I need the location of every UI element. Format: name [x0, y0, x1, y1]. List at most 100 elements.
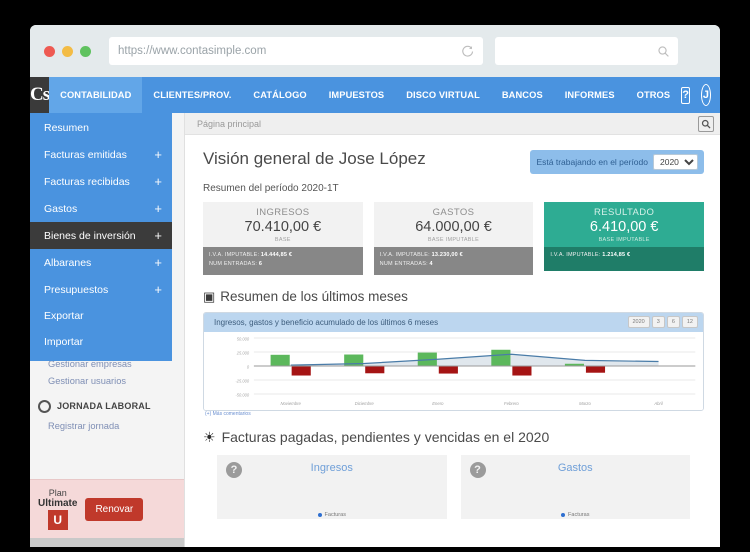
nav-item-impuestos[interactable]: IMPUESTOS	[318, 77, 396, 113]
card-subtitle: BASE	[274, 237, 291, 243]
summary-cards: INGRESOS 70.410,00 € BASE I.V.A. IMPUTAB…	[203, 202, 705, 275]
plus-icon[interactable]: +	[154, 148, 162, 161]
bottom-section-heading: ☀ Facturas pagadas, pendientes y vencida…	[203, 429, 704, 446]
dropdown-item-bienes-de-inversion[interactable]: Bienes de inversión +	[30, 222, 172, 249]
dropdown-item-label: Facturas emitidas	[44, 148, 127, 161]
url-text: https://www.contasimple.com	[118, 45, 267, 57]
help-icon[interactable]: ?	[469, 461, 486, 478]
svg-text:Febrero: Febrero	[504, 401, 519, 406]
card-top: INGRESOS 70.410,00 € BASE	[203, 202, 363, 247]
chart-range-button-12[interactable]: 12	[681, 316, 698, 329]
nav-item-otros[interactable]: OTROS	[626, 77, 682, 113]
url-bar[interactable]: https://www.contasimple.com	[109, 37, 483, 65]
card-footer-line: NUM ENTRADAS: 4	[380, 260, 528, 269]
sidebar-bottom-strip	[30, 538, 184, 547]
dropdown-item-label: Facturas recibidas	[44, 175, 130, 188]
dropdown-item-gastos[interactable]: Gastos +	[30, 195, 172, 222]
period-picker[interactable]: Está trabajando en el período 2020201920…	[530, 150, 704, 174]
plus-icon[interactable]: +	[154, 283, 162, 296]
brand-logo[interactable]: Cs	[30, 77, 50, 113]
main-pad: Visión general de Jose López Está trabaj…	[185, 135, 720, 519]
sidebar-link-gestionar-usuarios[interactable]: Gestionar usuarios	[30, 373, 184, 390]
minimize-window-button[interactable]	[62, 45, 73, 57]
plus-icon[interactable]: +	[154, 256, 162, 269]
plan-name: Ultimate	[38, 498, 78, 509]
summary-card-gastos: GASTOS 64.000,00 € BASE IMPUTABLE I.V.A.…	[373, 202, 534, 275]
card-value: 70.410,00 €	[244, 219, 322, 235]
card-footer-label: NUM ENTRADAS:	[379, 261, 428, 268]
renew-button[interactable]: Renovar	[85, 497, 144, 521]
nav-item-contabilidad[interactable]: CONTABILIDAD	[49, 77, 143, 113]
app-navbar: Cs CONTABILIDAD CLIENTES/PROV. CATÁLOGO …	[30, 77, 720, 113]
chart-svg: 50.000 25.000 0 -25.000 -50.000 Noviembre Dici…	[235, 336, 696, 406]
card-title: GASTOS	[432, 207, 475, 218]
dropdown-item-importar[interactable]: Importar	[30, 329, 172, 355]
help-icon[interactable]: ?	[226, 461, 242, 478]
sidebar-link-registrar-jornada[interactable]: Registrar jornada	[30, 418, 184, 435]
chart-range-button-6[interactable]: 6	[666, 316, 680, 329]
bottom-heading-text: Facturas pagadas, pendientes y vencidas …	[221, 429, 550, 446]
bar-chart-icon: ▣	[203, 288, 216, 304]
legend-dot-icon	[561, 512, 566, 517]
card-subtitle: BASE IMPUTABLE	[427, 237, 480, 243]
bottom-card-legend: Facturas	[217, 512, 447, 518]
svg-text:Abril: Abril	[653, 401, 663, 406]
svg-text:-25.000: -25.000	[235, 378, 249, 383]
svg-text:50.000: 50.000	[237, 336, 250, 341]
dropdown-item-presupuestos[interactable]: Presupuestos +	[30, 276, 172, 303]
dropdown-item-label: Exportar	[44, 310, 84, 322]
avatar[interactable]: J	[700, 84, 711, 106]
card-subtitle: BASE IMPUTABLE	[598, 237, 650, 243]
period-select[interactable]: 202020192018	[653, 154, 698, 170]
help-icon[interactable]: ?	[681, 86, 690, 104]
app-body: Jose López 123456789 CONTABILIDAD Emitir…	[30, 113, 720, 547]
dropdown-item-facturas-recibidas[interactable]: Facturas recibidas +	[30, 168, 172, 195]
card-footer: I.V.A. IMPUTABLE: 1.214,85 €	[544, 247, 705, 271]
dropdown-item-resumen[interactable]: Resumen	[30, 115, 172, 141]
card-footer-line: I.V.A. IMPUTABLE: 13.230,00 €	[380, 251, 528, 260]
browser-search-input[interactable]	[503, 45, 657, 57]
card-footer-label: NUM ENTRADAS:	[209, 261, 258, 268]
chart-panel-header: Ingresos, gastos y beneficio acumulado d…	[204, 312, 703, 332]
nav-item-catalogo[interactable]: CATÁLOGO	[242, 77, 317, 113]
close-window-button[interactable]	[44, 45, 55, 57]
card-footer-label: I.V.A. IMPUTABLE:	[209, 252, 260, 258]
card-top: GASTOS 64.000,00 € BASE IMPUTABLE	[373, 202, 534, 247]
dropdown-item-exportar[interactable]: Exportar	[30, 303, 172, 329]
plus-icon[interactable]: +	[154, 229, 162, 242]
search-icon[interactable]	[698, 115, 714, 132]
card-value: 6.410,00 €	[589, 219, 659, 235]
nav-item-clientes-prov[interactable]: CLIENTES/PROV.	[142, 77, 242, 113]
svg-text:25.000: 25.000	[236, 350, 250, 355]
summary-card-ingresos: INGRESOS 70.410,00 € BASE I.V.A. IMPUTAB…	[203, 202, 363, 275]
nav-item-disco-virtual[interactable]: DISCO VIRTUAL	[395, 77, 491, 113]
dropdown-item-albaranes[interactable]: Albaranes +	[30, 249, 172, 276]
summary-card-resultado: RESULTADO 6.410,00 € BASE IMPUTABLE I.V.…	[544, 202, 705, 275]
maximize-window-button[interactable]	[80, 45, 91, 57]
plus-icon[interactable]: +	[154, 202, 162, 215]
browser-search-box[interactable]	[495, 37, 678, 65]
period-picker-label: Está trabajando en el período	[536, 157, 648, 167]
chart-footnote[interactable]: (+) Más comentarios	[203, 411, 704, 417]
pie-chart-icon: ☀	[203, 428, 216, 445]
legend-dot-icon	[317, 512, 322, 517]
bottom-card-title: Gastos	[557, 461, 593, 474]
nav-item-bancos[interactable]: BANCOS	[491, 77, 554, 113]
card-footer-line: I.V.A. IMPUTABLE: 1.214,85 €	[550, 251, 698, 260]
svg-text:Enero: Enero	[432, 401, 444, 406]
bottom-card-title: Ingresos	[310, 461, 353, 474]
chart-range-button-3[interactable]: 3	[651, 316, 665, 329]
traffic-lights	[44, 45, 91, 57]
breadcrumb-bar: Página principal	[185, 113, 720, 135]
legend-label: Facturas	[324, 511, 346, 518]
reload-icon[interactable]	[461, 45, 474, 58]
chart-range-button-2020[interactable]: 2020	[627, 316, 650, 329]
plan-box: Plan Ultimate U Renovar	[30, 479, 184, 538]
plus-icon[interactable]: +	[154, 175, 162, 188]
search-icon[interactable]	[657, 45, 670, 58]
bottom-card-gastos: ? Gastos Facturas	[460, 454, 690, 519]
nav-item-informes[interactable]: INFORMES	[554, 77, 626, 113]
period-subtitle: Resumen del período 2020-1T	[203, 183, 339, 194]
dropdown-item-facturas-emitidas[interactable]: Facturas emitidas +	[30, 141, 172, 168]
dropdown-item-label: Presupuestos	[44, 283, 109, 296]
